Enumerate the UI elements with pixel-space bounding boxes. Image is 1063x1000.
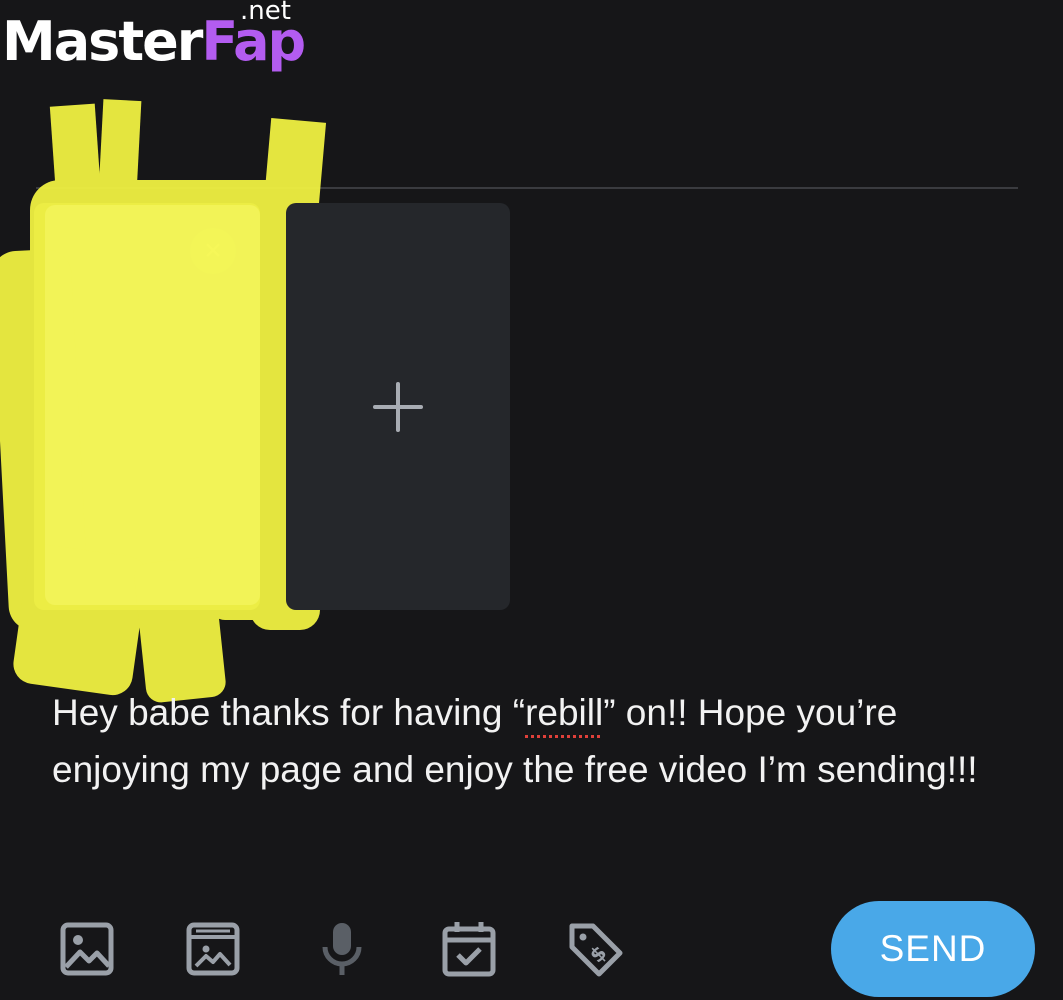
watermark-tld: .net <box>240 0 291 26</box>
watermark-main: Master <box>2 10 203 73</box>
plus-icon <box>373 382 423 432</box>
misspelled-word[interactable]: rebill <box>525 692 603 733</box>
price-tag-icon[interactable]: $ <box>566 920 624 978</box>
microphone-icon[interactable] <box>313 920 371 978</box>
calendar-check-icon[interactable] <box>440 920 498 978</box>
redaction-scribble <box>0 99 327 703</box>
site-watermark: MasterFap .net <box>0 0 310 82</box>
send-button[interactable]: SEND <box>831 901 1035 997</box>
message-input[interactable]: Hey babe thanks for having “rebill” on!!… <box>52 684 1032 798</box>
image-icon[interactable] <box>58 920 116 978</box>
add-media-tile[interactable] <box>286 203 510 610</box>
message-text-start: Hey babe thanks for having “ <box>52 692 526 733</box>
media-vault-icon[interactable] <box>184 920 242 978</box>
